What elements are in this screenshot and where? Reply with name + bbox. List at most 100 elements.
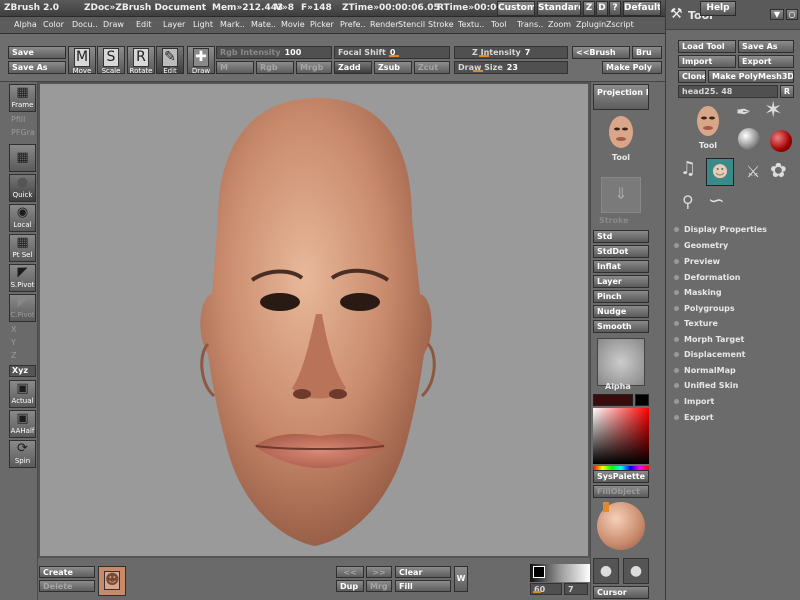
w-button[interactable]: W [454,566,468,592]
menu-edit[interactable]: Edit [136,20,152,29]
menu-transform[interactable]: Trans.. [517,20,543,29]
section-polygroups[interactable]: Polygroups [674,304,735,313]
save-button[interactable]: Save [8,46,66,59]
view-cube-button[interactable]: ▦ [9,144,36,172]
selected-head-tool-icon[interactable]: ☻ [706,158,734,186]
tool-export-button[interactable]: Export [738,55,794,68]
current-tool-field[interactable]: head25. 48 [678,85,778,98]
z-intensity-slider[interactable]: Z Intensity 7 [454,46,568,59]
pfgra-button[interactable]: PFGra [9,128,36,140]
menu-marker[interactable]: Mark.. [220,20,245,29]
zadd-button[interactable]: Zadd [334,61,372,74]
light-button-1[interactable]: ● [593,558,619,584]
z-button[interactable]: Z [583,1,595,16]
frame-button[interactable]: ▦ Frame [9,84,36,112]
draw-size-slider[interactable]: Draw Size 23 [454,61,568,74]
tool-r-button[interactable]: R [780,85,794,98]
default-zscript-button[interactable]: DefaultZScript [623,1,661,16]
syspalette-button[interactable]: SysPalette [593,470,649,483]
black-color-swatch[interactable] [635,394,649,406]
brush-smooth[interactable]: Smooth [593,320,649,333]
brush-std[interactable]: Std [593,230,649,243]
pin-tool-icon[interactable]: ⚲ [682,192,694,211]
alpha-thumbnail[interactable] [597,338,645,386]
menu-alpha[interactable]: Alpha [14,20,37,29]
spin-button[interactable]: ⟳ Spin [9,440,36,468]
t-slider[interactable]: 7 [564,583,588,595]
create-button[interactable]: Create [39,566,95,578]
palette-close-button[interactable]: ○ [786,9,798,20]
section-displacement[interactable]: Displacement [674,350,745,359]
custom-button[interactable]: Custom [497,1,535,16]
menu-tool[interactable]: Tool [491,20,507,29]
zsub-button[interactable]: Zsub [374,61,412,74]
local-button[interactable]: ◉ Local [9,204,36,232]
stroke-icon[interactable]: ⇓ [601,177,641,213]
brush-nudge[interactable]: Nudge [593,305,649,318]
m-button[interactable]: M [216,61,254,74]
projection-master-button[interactable]: Projection Master [593,84,649,110]
menu-material[interactable]: Mate.. [251,20,276,29]
xyz-button[interactable]: Xyz [9,365,36,377]
section-normalmap[interactable]: NormalMap [674,366,736,375]
r-slider[interactable]: 60 [530,583,562,595]
section-texture[interactable]: Texture [674,319,718,328]
scale-button[interactable]: S Scale [97,46,125,75]
menu-color[interactable]: Color [43,20,64,29]
edit-button[interactable]: ✎ Edit [156,46,184,75]
merge-button[interactable]: Mrg [366,580,392,592]
light-button-2[interactable]: ● [623,558,649,584]
document-canvas[interactable] [38,82,590,558]
save-as-button[interactable]: Save As [8,61,66,74]
brush-toggle-button[interactable]: <<Brush [572,46,630,59]
section-morph-target[interactable]: Morph Target [674,335,744,344]
menu-layer[interactable]: Layer [163,20,185,29]
menu-preferences[interactable]: Prefe.. [340,20,366,29]
dup-button[interactable]: Dup [336,580,364,592]
d-button[interactable]: D [596,1,608,16]
rgb-intensity-slider[interactable]: Rgb Intensity 100 [216,46,332,59]
fill-button[interactable]: Fill [395,580,451,592]
make-poly-button[interactable]: Make Poly [602,61,662,74]
color-picker-square[interactable] [593,408,649,464]
focal-shift-slider[interactable]: Focal Shift 0 [334,46,450,59]
palette-collapse-button[interactable]: ▼ [770,9,784,20]
z-axis-button[interactable]: Z [9,351,36,363]
tool-preview[interactable]: Tool [601,114,641,162]
pen-tool-icon[interactable]: ✒ [736,102,751,123]
current-tool-thumbnail[interactable]: Tool [690,104,726,150]
move-button[interactable]: M Move [68,46,96,75]
section-import[interactable]: Import [674,397,714,406]
s-pivot-button[interactable]: ◤ S.Pivot [9,264,36,292]
tool-save-as-button[interactable]: Save As [738,40,794,53]
sword-tool-icon[interactable]: ⚔ [746,162,760,181]
menu-document[interactable]: Docu.. [72,20,98,29]
section-preview[interactable]: Preview [674,257,720,266]
menu-light[interactable]: Light [193,20,213,29]
tool-import-button[interactable]: Import [678,55,736,68]
draw-button[interactable]: ✚ Draw [187,46,215,75]
aahalf-button[interactable]: ▣ AAHalf [9,410,36,438]
menu-stencil[interactable]: Stencil [398,20,425,29]
load-tool-button[interactable]: Load Tool [678,40,736,53]
make-polymesh-button[interactable]: Make PolyMesh3D [708,70,794,83]
curve-tool-icon[interactable]: ∽ [708,188,725,212]
rotate-button[interactable]: R Rotate [127,46,155,75]
menu-texture[interactable]: Textu.. [458,20,484,29]
help-question-button[interactable]: ? [609,1,621,16]
menu-stroke[interactable]: Stroke [428,20,454,29]
delete-button[interactable]: Delete [39,580,95,592]
c-pivot-button[interactable]: ◤ C.Pivot [9,294,36,322]
next-layer-button[interactable]: >> [366,566,392,578]
quick-button[interactable]: ● Quick [9,174,36,202]
section-deformation[interactable]: Deformation [674,273,740,282]
menu-zscript[interactable]: Zscript [606,20,634,29]
clear-button[interactable]: Clear [395,566,451,578]
menu-zplugin[interactable]: Zplugin [576,20,606,29]
brush-stddot[interactable]: StdDot [593,245,649,258]
sphere-tool-icon[interactable] [738,128,760,150]
feather-tool-icon[interactable]: ✿ [770,158,787,182]
previous-layer-button[interactable]: << [336,566,364,578]
x-axis-button[interactable]: X [9,325,36,337]
section-masking[interactable]: Masking [674,288,722,297]
